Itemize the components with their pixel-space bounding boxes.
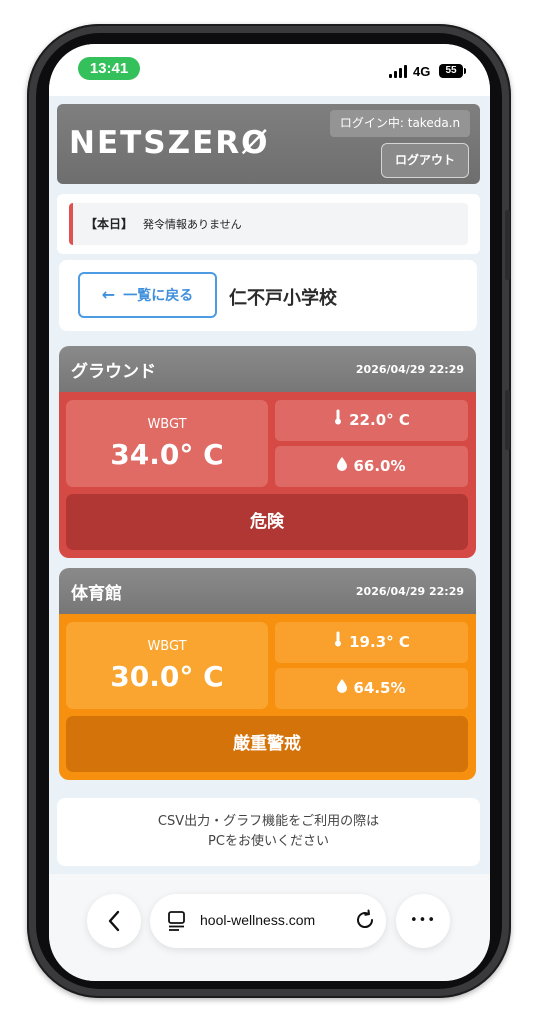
status-bar: 13:41 4G 55: [49, 44, 490, 96]
pc-notice-card: CSV出力・グラフ機能をご利用の際は PCをお使いください: [57, 798, 480, 866]
notice-card: 【本日】 発令情報ありません: [57, 194, 480, 254]
humidity-box: 66.0%: [275, 446, 468, 487]
browser-more-button[interactable]: •••: [396, 894, 450, 948]
risk-level-badge: 危険: [66, 494, 468, 550]
card-body: WBGT 30.0° C 19.3° C 64.5% 厳重警戒: [59, 614, 476, 780]
back-to-list-button[interactable]: ← 一覧に戻る: [78, 272, 217, 318]
location-name: グラウンド: [71, 362, 156, 382]
browser-back-button[interactable]: [87, 894, 141, 948]
school-name: 仁不戸小学校: [229, 288, 337, 309]
phone-screen: 13:41 4G 55 NETSZERØ ログイン中: takeda.n ログア…: [49, 44, 490, 981]
measurement-card-gym: 体育館 2026/04/29 22:29 WBGT 30.0° C 19.3° …: [59, 568, 476, 780]
network-type: 4G: [413, 64, 431, 79]
notice-tag: 【本日】: [85, 217, 134, 231]
droplet-icon: [337, 679, 348, 693]
wbgt-label: WBGT: [147, 417, 187, 432]
logout-button[interactable]: ログアウト: [381, 143, 469, 178]
temperature-value: 19.3° C: [349, 633, 410, 651]
login-status-badge: ログイン中: takeda.n: [330, 110, 470, 137]
humidity-value: 64.5%: [353, 679, 406, 697]
wbgt-label: WBGT: [147, 639, 187, 654]
pc-notice-line2: PCをお使いください: [208, 834, 329, 849]
humidity-box: 64.5%: [275, 668, 468, 709]
battery-cap: [464, 68, 466, 74]
card-body: WBGT 34.0° C 22.0° C 66.0% 危険: [59, 392, 476, 558]
battery-icon: 55: [439, 64, 463, 78]
signal-icon: [389, 65, 409, 78]
thermometer-icon: [335, 631, 342, 647]
wbgt-value: 34.0° C: [110, 438, 224, 471]
risk-level-badge: 厳重警戒: [66, 716, 468, 772]
page-menu-icon: [168, 911, 185, 931]
address-bar[interactable]: hool-wellness.com: [150, 894, 386, 948]
card-header: グラウンド 2026/04/29 22:29: [59, 346, 476, 392]
temperature-value: 22.0° C: [349, 411, 410, 429]
back-label: 一覧に戻る: [123, 288, 194, 304]
app-header: NETSZERØ ログイン中: takeda.n ログアウト: [57, 104, 480, 184]
browser-toolbar: hool-wellness.com •••: [49, 874, 490, 981]
app-logo: NETSZERØ: [69, 125, 270, 161]
arrow-left-icon: ←: [101, 285, 116, 304]
temperature-box: 22.0° C: [275, 400, 468, 441]
ellipsis-icon: •••: [409, 913, 436, 928]
school-card: ← 一覧に戻る 仁不戸小学校: [59, 260, 477, 331]
location-name: 体育館: [71, 584, 122, 604]
measurement-datetime: 2026/04/29 22:29: [355, 363, 464, 376]
power-button: [505, 390, 510, 450]
notice-text: 発令情報ありません: [143, 218, 242, 231]
status-time: 13:41: [78, 57, 140, 80]
wbgt-box: WBGT 30.0° C: [66, 622, 268, 709]
url-text: hool-wellness.com: [200, 912, 316, 928]
wbgt-value: 30.0° C: [110, 660, 224, 693]
pc-notice-line1: CSV出力・グラフ機能をご利用の際は: [157, 814, 380, 829]
volume-button: [505, 210, 510, 280]
humidity-value: 66.0%: [353, 457, 406, 475]
measurement-datetime: 2026/04/29 22:29: [355, 585, 464, 598]
reload-icon[interactable]: [353, 908, 377, 932]
thermometer-icon: [335, 409, 342, 425]
alert-notice: 【本日】 発令情報ありません: [69, 203, 468, 245]
card-header: 体育館 2026/04/29 22:29: [59, 568, 476, 614]
measurement-card-ground: グラウンド 2026/04/29 22:29 WBGT 34.0° C 22.0…: [59, 346, 476, 558]
temperature-box: 19.3° C: [275, 622, 468, 663]
chevron-left-icon: [108, 910, 120, 932]
wbgt-box: WBGT 34.0° C: [66, 400, 268, 487]
droplet-icon: [337, 457, 348, 471]
